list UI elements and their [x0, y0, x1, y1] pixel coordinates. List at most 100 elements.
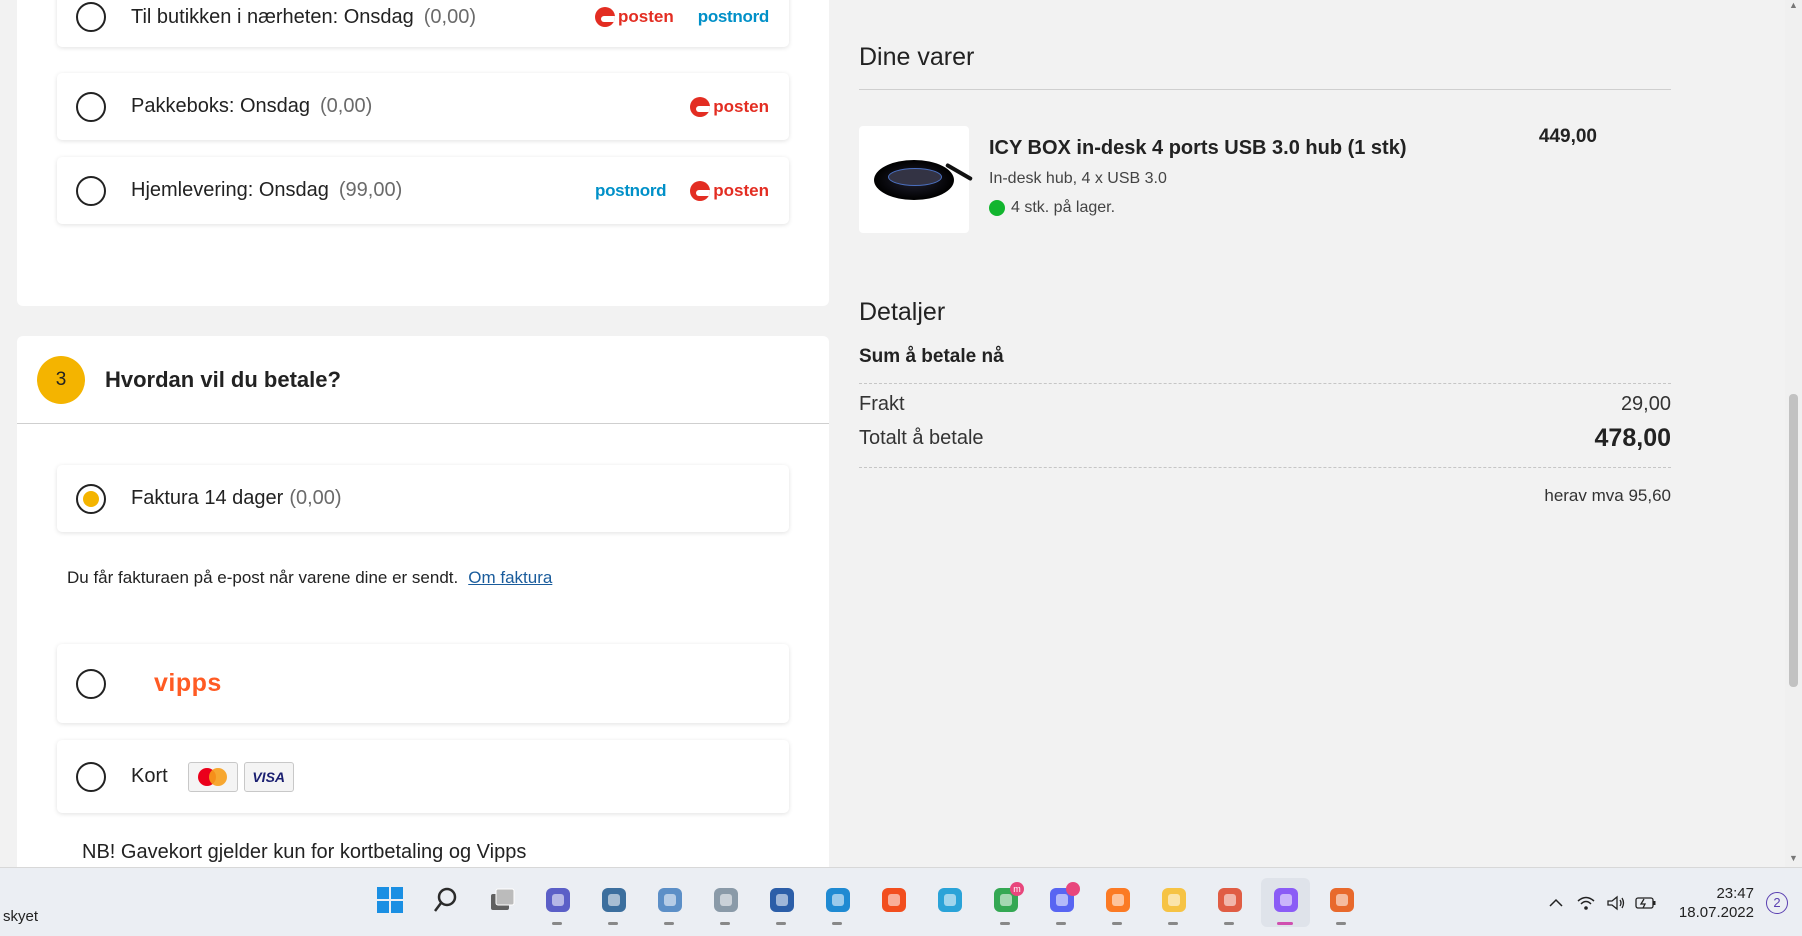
search-app-icon: [936, 886, 964, 919]
shipping-card: Til butikken i nærheten: Onsdag (0,00) p…: [17, 0, 829, 306]
option-label: Pakkeboks: Onsdag: [131, 95, 310, 117]
details-title: Detaljer: [859, 298, 946, 326]
shipping-option-home-delivery[interactable]: Hjemlevering: Onsdag (99,00) postnord po…: [57, 157, 789, 224]
postnord-logo: postnord: [595, 180, 667, 200]
system-tray: 23:47 18.07.2022 2: [1541, 868, 1802, 936]
taskbar-app-terminal[interactable]: [757, 878, 806, 927]
taskbar-app-figma[interactable]: [869, 878, 918, 927]
sum-to-pay-label: Sum å betale nå: [859, 346, 1004, 367]
posten-logo: posten: [690, 96, 769, 117]
chrome-badge: m: [1010, 882, 1024, 896]
taskbar-app-git-app[interactable]: [1205, 878, 1254, 927]
option-label: Til butikken i nærheten: Onsdag: [131, 5, 414, 28]
discord-unread-dot: [1066, 882, 1080, 896]
carrier-logos: posten postnord: [595, 0, 769, 47]
radio-button[interactable]: [76, 175, 106, 206]
chevron-up-icon[interactable]: [1541, 888, 1571, 918]
radio-button[interactable]: [76, 91, 106, 122]
visa-icon: VISA: [243, 761, 294, 792]
taskbar-app-discord[interactable]: [1037, 878, 1086, 927]
teams-chat-icon: [544, 886, 572, 919]
posten-mark-icon: [595, 7, 615, 27]
scroll-down-icon[interactable]: ▼: [1787, 853, 1800, 863]
snipping-tool-icon: [1272, 886, 1300, 919]
product-name[interactable]: ICY BOX in-desk 4 ports USB 3.0 hub (1 s…: [989, 137, 1407, 160]
radio-button-selected[interactable]: [76, 483, 106, 514]
option-label: Faktura 14 dager: [131, 487, 284, 509]
radio-button[interactable]: [76, 761, 106, 792]
taskbar-app-task-view[interactable]: [477, 878, 526, 927]
volume-icon[interactable]: [1601, 888, 1631, 918]
posten-logo-text: posten: [713, 96, 769, 116]
running-indicator: [1168, 922, 1178, 925]
page-scrollbar[interactable]: ▲ ▼: [1785, 0, 1802, 867]
taskbar-app-teams-chat[interactable]: [533, 878, 582, 927]
vipps-logo: vipps: [154, 669, 222, 697]
scroll-up-icon[interactable]: ▲: [1787, 0, 1800, 10]
taskbar-app-monitor[interactable]: [645, 878, 694, 927]
order-summary-column: Dine varer ICY BOX in-desk 4 ports USB 3…: [830, 0, 1785, 867]
radio-button[interactable]: [76, 2, 106, 32]
payment-option-vipps[interactable]: vipps: [57, 644, 789, 723]
running-indicator: [608, 922, 618, 925]
stock-text: 4 stk. på lager.: [1011, 199, 1116, 216]
taskbar-app-folder-app[interactable]: [701, 878, 750, 927]
cart-title: Dine varer: [859, 43, 975, 71]
folder-app-icon: [712, 886, 740, 919]
product-image[interactable]: [859, 126, 969, 233]
taskbar-app-search[interactable]: [421, 878, 470, 927]
running-indicator: [552, 922, 562, 925]
notification-center-badge[interactable]: 2: [1766, 891, 1788, 914]
taskbar-app-vscode[interactable]: [813, 878, 862, 927]
taskbar-app-snipping-tool[interactable]: [1261, 878, 1310, 927]
settings-icon: [600, 886, 628, 919]
shipping-option-store[interactable]: Til butikken i nærheten: Onsdag (0,00) p…: [57, 0, 789, 47]
carrier-logos: posten: [690, 73, 769, 140]
taskbar-app-search-app[interactable]: [925, 878, 974, 927]
mastercard-icon: [187, 761, 238, 792]
product-price: 449,00: [1538, 126, 1597, 147]
taskbar-app-chrome[interactable]: m: [981, 878, 1030, 927]
posten-logo: posten: [595, 7, 674, 27]
postnord-logo: postnord: [697, 7, 770, 26]
weather-widget-text[interactable]: skyet: [3, 908, 38, 925]
about-invoice-link[interactable]: Om faktura: [468, 568, 552, 587]
payment-option-card[interactable]: Kort VISA: [57, 740, 789, 813]
battery-icon[interactable]: [1631, 888, 1661, 918]
posten-logo: posten: [690, 180, 769, 201]
git-app-icon: [1216, 886, 1244, 919]
running-indicator: [832, 922, 842, 925]
checkout-left-column: Til butikken i nærheten: Onsdag (0,00) p…: [0, 0, 830, 867]
running-indicator: [1336, 922, 1346, 925]
clock-time: 23:47: [1716, 884, 1754, 902]
scrollbar-thumb[interactable]: [1789, 394, 1798, 687]
taskbar-app-settings[interactable]: [589, 878, 638, 927]
browser-viewport: Til butikken i nærheten: Onsdag (0,00) p…: [0, 0, 1802, 867]
radio-button[interactable]: [76, 668, 106, 699]
taskbar-app-faststone[interactable]: [1317, 878, 1366, 927]
taskbar-app-windows-start[interactable]: [365, 878, 414, 927]
running-indicator: [1224, 922, 1234, 925]
terminal-icon: [768, 886, 796, 919]
posten-logo-text: posten: [713, 180, 769, 200]
taskbar-app-xampp[interactable]: [1093, 878, 1142, 927]
total-label: Totalt å betale: [859, 427, 984, 449]
posten-logo-text: posten: [618, 7, 674, 26]
taskbar-clock[interactable]: 23:47 18.07.2022: [1679, 884, 1754, 922]
payment-step-header: 3 Hvordan vil du betale?: [17, 336, 829, 424]
option-label: Kort: [131, 765, 168, 787]
payment-option-invoice[interactable]: Faktura 14 dager (0,00): [57, 465, 789, 532]
xampp-icon: [1104, 886, 1132, 919]
shipping-option-parcel-box[interactable]: Pakkeboks: Onsdag (0,00) posten: [57, 73, 789, 140]
taskbar-app-file-explorer[interactable]: [1149, 878, 1198, 927]
wifi-icon[interactable]: [1571, 888, 1601, 918]
posten-mark-icon: [690, 96, 711, 117]
file-explorer-icon: [1160, 886, 1188, 919]
figma-icon: [880, 886, 908, 919]
dashed-divider: [859, 467, 1671, 468]
vscode-icon: [824, 886, 852, 919]
task-view-icon: [488, 886, 516, 919]
taskbar-apps: m: [365, 868, 1366, 936]
step-number-badge: 3: [37, 355, 85, 404]
invoice-info: Du får fakturaen på e-post når varene di…: [67, 568, 552, 588]
